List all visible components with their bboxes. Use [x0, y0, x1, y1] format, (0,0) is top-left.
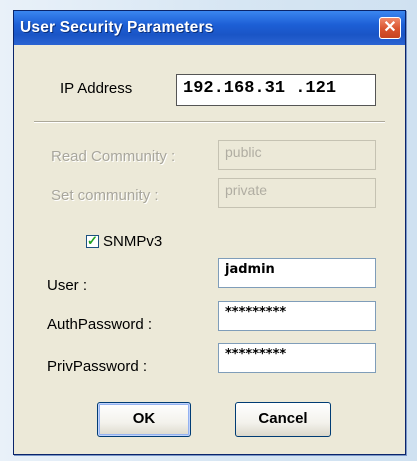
- set-community-field[interactable]: private: [218, 178, 376, 208]
- title-bar[interactable]: User Security Parameters ✕: [14, 11, 405, 45]
- read-community-label: Read Community :: [51, 148, 176, 165]
- close-button[interactable]: ✕: [379, 17, 401, 39]
- user-field[interactable]: jadmin: [218, 258, 376, 288]
- ok-button[interactable]: OK: [97, 402, 191, 437]
- priv-password-label: PrivPassword :: [47, 358, 148, 375]
- checkmark-icon: ✓: [87, 233, 98, 248]
- close-icon: ✕: [383, 19, 397, 36]
- ip-address-label: IP Address: [60, 80, 133, 97]
- auth-password-field[interactable]: *********: [218, 301, 376, 331]
- snmpv3-label: SNMPv3: [103, 233, 163, 250]
- cancel-button[interactable]: Cancel: [235, 402, 331, 437]
- priv-password-field[interactable]: *********: [218, 343, 376, 373]
- user-label: User :: [47, 277, 88, 294]
- dialog-title: User Security Parameters: [20, 19, 214, 36]
- ip-address-field[interactable]: 192.168.31 .121: [176, 74, 376, 106]
- read-community-field[interactable]: public: [218, 140, 376, 170]
- auth-password-label: AuthPassword :: [47, 316, 153, 333]
- separator: [34, 121, 385, 123]
- set-community-label: Set community :: [51, 187, 159, 204]
- security-dialog: User Security Parameters ✕ IP Address 19…: [13, 10, 406, 455]
- snmpv3-checkbox[interactable]: ✓: [86, 233, 99, 248]
